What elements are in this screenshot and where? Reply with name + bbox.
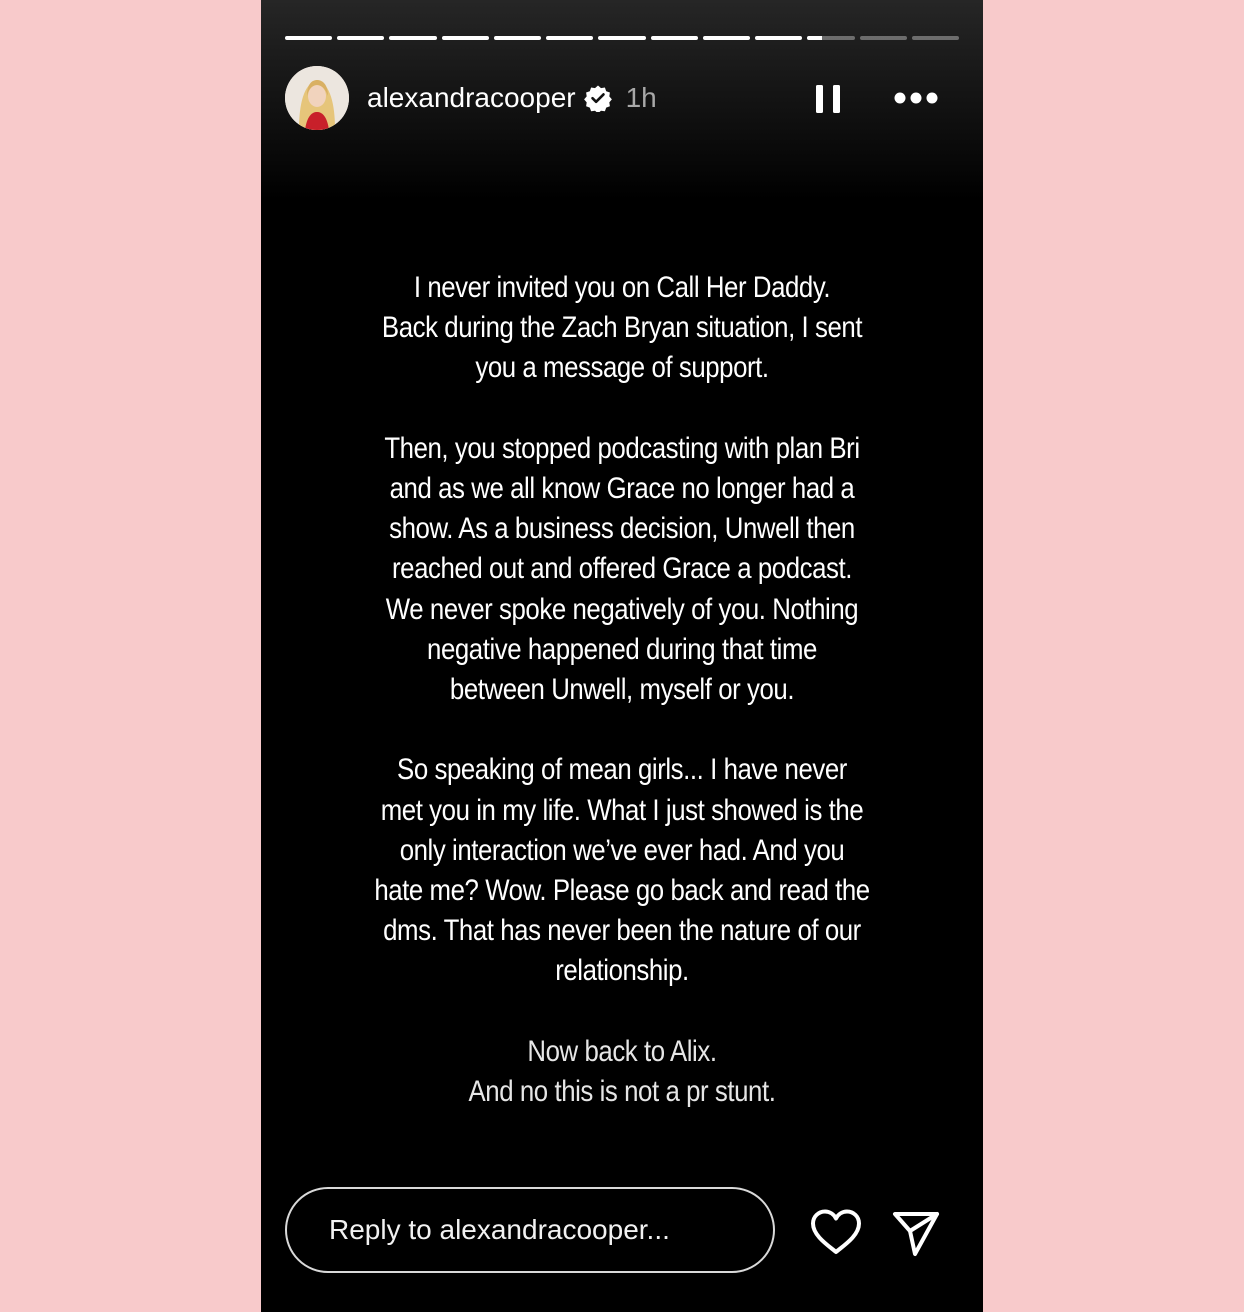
verified-badge-icon: [583, 85, 612, 112]
progress-segment: [389, 36, 437, 40]
story-line: And no this is not a pr stunt.: [468, 1075, 776, 1109]
reply-field[interactable]: [285, 1187, 775, 1273]
progress-fill: [546, 36, 594, 40]
progress-segment: [493, 36, 542, 40]
progress-segment: [441, 36, 489, 40]
progress-fill: [441, 36, 489, 40]
pause-icon[interactable]: [813, 83, 843, 115]
story-line: Back during the Zach Bryan situation, I …: [381, 311, 863, 345]
story-line: I never invited you on Call Her Daddy.: [413, 271, 831, 304]
story-paragraph: Then, you stopped podcasting with plan B…: [363, 429, 881, 710]
progress-fill: [598, 36, 646, 40]
more-options-icon[interactable]: [893, 91, 939, 105]
progress-segment: [911, 36, 960, 40]
progress-segment: [755, 36, 803, 40]
avatar-image: [285, 66, 349, 130]
progress-fill: [650, 36, 698, 40]
story-header: alexandracooper 1h: [285, 66, 959, 130]
story-line: between Unwell, myself or you.: [449, 673, 795, 707]
progress-segment: [702, 36, 751, 40]
heart-icon[interactable]: [809, 1208, 863, 1256]
story-paragraph: I never invited you on Call Her Daddy. Ba…: [363, 268, 881, 389]
progress-segment: [650, 36, 698, 40]
progress-segment: [546, 36, 594, 40]
story-line: So speaking of mean girls... I have neve…: [397, 753, 847, 787]
story-line: Now back to Alix.: [527, 1034, 717, 1068]
story-line: negative happened during that time: [427, 632, 817, 666]
story-paragraph: So speaking of mean girls... I have neve…: [363, 750, 881, 991]
story-line: only interaction we’ve ever had. And you: [399, 833, 845, 867]
progress-segment: [807, 36, 855, 40]
send-icon[interactable]: [891, 1208, 941, 1258]
progress-segment: [337, 36, 385, 40]
story-line: met you in my life. What I just showed i…: [380, 793, 864, 827]
progress-fill: [389, 36, 437, 40]
progress-fill: [755, 36, 803, 40]
progress-segment: [285, 36, 333, 40]
reply-input[interactable]: [327, 1213, 751, 1247]
post-time: 1h: [625, 82, 657, 113]
story-line: hate me? Wow. Please go back and read th…: [374, 874, 870, 908]
username[interactable]: alexandracooper: [367, 82, 576, 114]
story-viewer: alexandracooper 1h I never invited you o…: [261, 0, 983, 1312]
progress-fill: [337, 36, 385, 40]
story-text: I never invited you on Call Her Daddy. Ba…: [363, 268, 881, 1152]
avatar[interactable]: [285, 66, 349, 130]
story-line: show. As a business decision, Unwell the…: [389, 512, 855, 546]
progress-fill: [702, 36, 751, 40]
story-line: reached out and offered Grace a podcast.: [392, 552, 852, 586]
story-line: Then, you stopped podcasting with plan B…: [384, 431, 860, 465]
progress-fill: [807, 36, 822, 40]
story-line: and as we all know Grace no longer had a: [389, 472, 855, 505]
story-line: We never spoke negatively of you. Nothin…: [385, 592, 859, 626]
story-line: relationship.: [555, 954, 689, 988]
story-line: dms. That has never been the nature of o…: [383, 914, 861, 948]
progress-fill: [285, 36, 333, 40]
progress-segment: [859, 36, 907, 40]
story-line: you a message of support.: [475, 351, 769, 385]
progress-fill: [493, 36, 542, 40]
progress-segment: [598, 36, 646, 40]
story-paragraph: Now back to Alix. And no this is not a pr…: [363, 1032, 881, 1112]
story-progress-bar: [285, 36, 960, 40]
